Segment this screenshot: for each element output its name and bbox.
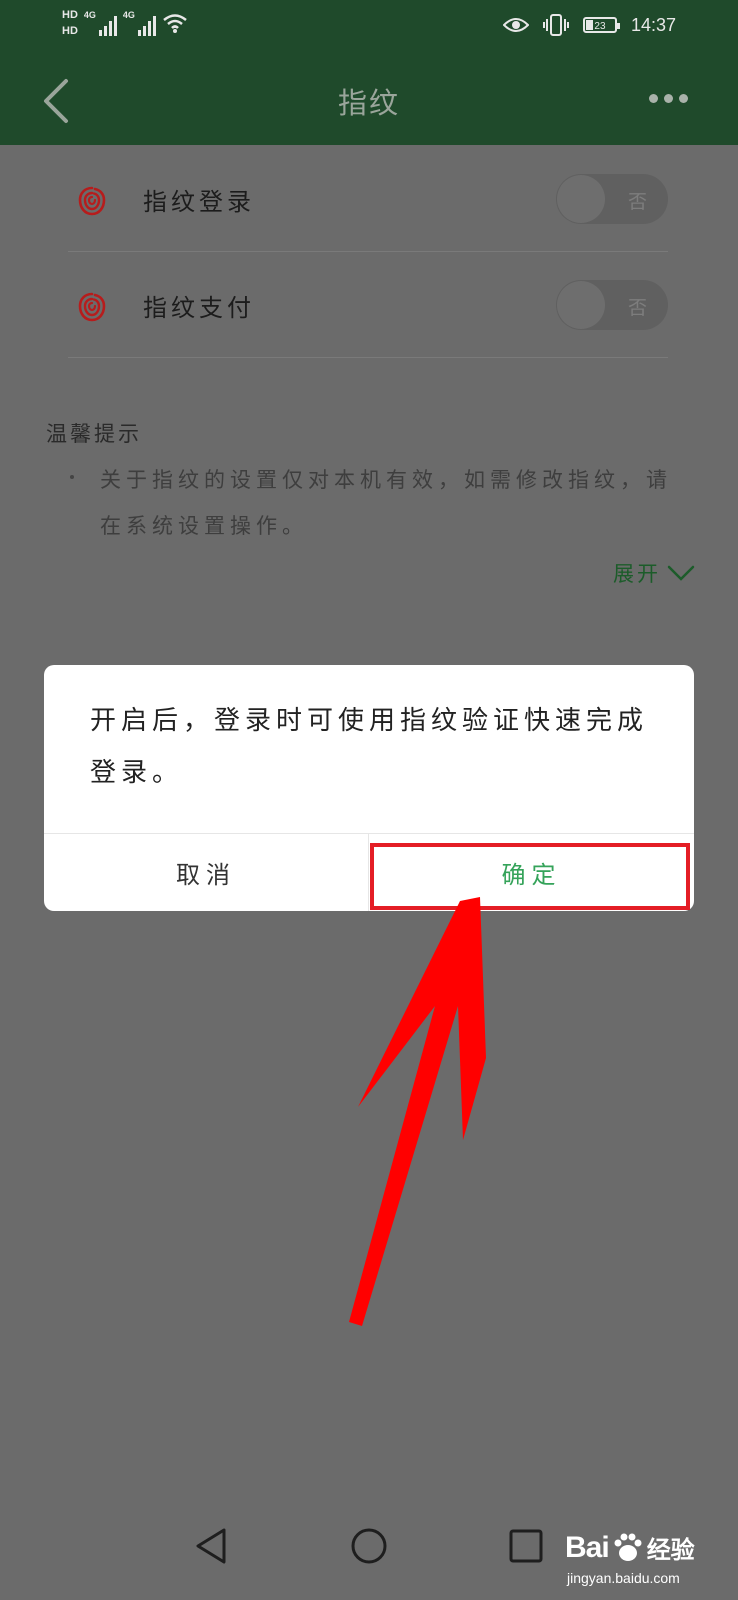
battery-level: 23 <box>594 21 606 32</box>
watermark-brand: Bai <box>565 1531 610 1564</box>
network-indicators: HD HD 4G 4G <box>62 8 188 38</box>
recents-square-icon[interactable] <box>508 1526 544 1566</box>
signal-icon-sim1: 4G <box>84 10 117 36</box>
paw-logo-icon <box>614 1533 642 1561</box>
setting-label-fingerprint-payment: 指纹支付 <box>143 294 255 322</box>
eye-comfort-icon <box>502 18 529 32</box>
hd1-label: HD <box>62 9 78 21</box>
fingerprint-login-toggle[interactable]: 否 <box>556 174 668 224</box>
battery-icon: 23 <box>582 17 620 33</box>
expand-link[interactable]: 展开 <box>613 558 695 588</box>
bullet-dot <box>70 475 74 479</box>
wifi-icon <box>163 14 187 33</box>
watermark-url: jingyan.baidu.com <box>567 1570 680 1586</box>
tips-body: 关于指纹的设置仅对本机有效，如需修改指纹，请在系统设置操作。 <box>100 468 672 538</box>
watermark-suffix: 经验 <box>646 1537 695 1564</box>
page-title: 指纹 <box>337 86 400 120</box>
back-triangle-icon[interactable] <box>194 1526 228 1566</box>
vibrate-icon <box>542 14 569 36</box>
title-bar: 指纹 <box>0 56 738 145</box>
toggle-knob <box>557 175 605 223</box>
setting-row-fingerprint-payment[interactable]: 指纹支付 否 <box>68 251 668 358</box>
fingerprint-icon <box>78 186 106 216</box>
sim1-network-label: 4G <box>83 10 96 20</box>
tips-title: 温馨提示 <box>46 422 142 446</box>
hd-indicators: HD HD <box>62 8 78 38</box>
more-options-icon[interactable] <box>649 94 688 103</box>
setting-row-fingerprint-login[interactable]: 指纹登录 否 <box>68 145 668 252</box>
hd2-label: HD <box>62 25 78 37</box>
expand-label: 展开 <box>613 562 661 586</box>
baidu-jingyan-watermark: Bai 经验 jingyan.baidu.com <box>565 1530 695 1586</box>
home-circle-icon[interactable] <box>350 1526 388 1566</box>
clock: 14:37 <box>630 14 676 35</box>
confirm-highlight-box <box>370 843 690 910</box>
fingerprint-payment-toggle[interactable]: 否 <box>556 280 668 330</box>
chevron-down-icon <box>667 565 695 581</box>
toggle-state-text: 否 <box>627 297 647 319</box>
signal-icon-sim2: 4G <box>123 10 156 36</box>
toggle-knob <box>557 281 605 329</box>
setting-label-fingerprint-login: 指纹登录 <box>143 188 255 216</box>
fingerprint-icon <box>78 292 106 322</box>
status-right: 23 14:37 <box>502 14 676 36</box>
sim2-network-label: 4G <box>122 10 135 20</box>
toggle-state-text: 否 <box>627 191 647 213</box>
status-bar: HD HD 4G 4G 23 14:37 <box>0 0 738 56</box>
cancel-button[interactable]: 取消 <box>44 834 368 911</box>
dialog-message: 开启后，登录时可使用指纹验证快速完成登录。 <box>90 706 649 788</box>
